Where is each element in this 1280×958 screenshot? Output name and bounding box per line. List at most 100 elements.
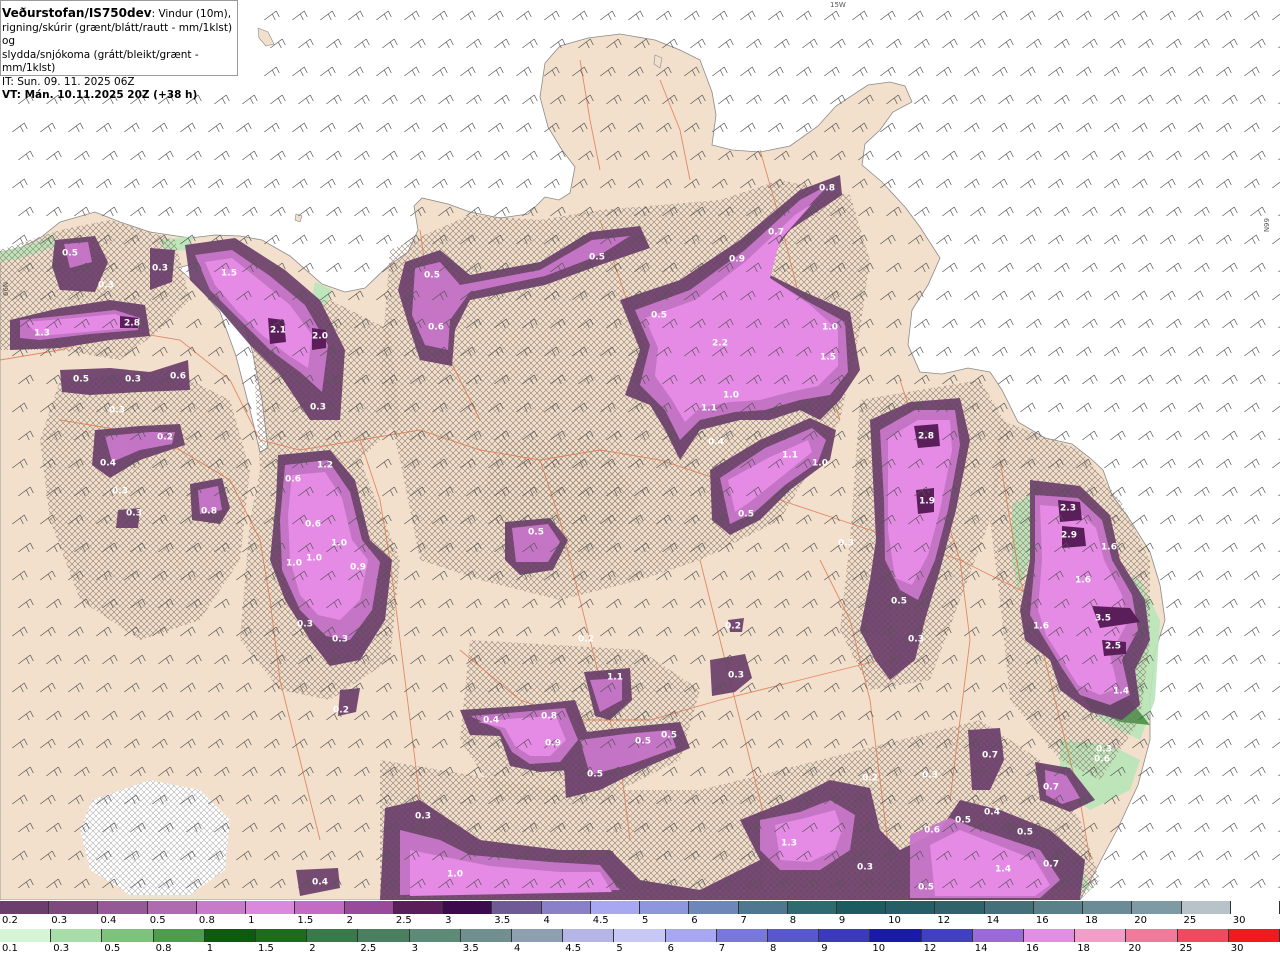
- precip-value-label: 0.5: [955, 816, 971, 826]
- precip-value-label: 2.3: [1060, 504, 1076, 514]
- precip-value-label: 2.8: [124, 319, 140, 329]
- legend-swatch: [886, 901, 936, 914]
- precip-value-label: 0.5: [891, 597, 907, 607]
- precip-value-label: 0.8: [819, 184, 835, 194]
- precip-value-label: 0.8: [201, 507, 217, 517]
- precip-value-label: 0.3: [98, 281, 114, 291]
- precip-value-label: 0.7: [768, 228, 784, 238]
- legend-swatch: [1132, 901, 1182, 914]
- precip-value-label: 1.0: [286, 559, 302, 569]
- legend-label: 2.5: [360, 943, 377, 954]
- precip-value-label: 1.1: [701, 404, 717, 414]
- precip-value-label: 1.0: [723, 391, 739, 401]
- precip-value-label: 2.9: [1061, 531, 1077, 541]
- legend-label: 20: [1134, 915, 1148, 926]
- legend-label: 2.5: [395, 915, 412, 926]
- legend-label: 0.8: [155, 943, 172, 954]
- precip-value-label: 0.9: [350, 563, 366, 573]
- precip-value-label: 3.5: [1095, 614, 1111, 624]
- precip-value-label: 1.6: [1075, 576, 1091, 586]
- legend-swatch: [358, 929, 410, 942]
- legend-label: 0.3: [53, 943, 70, 954]
- legend-swatch: [295, 901, 345, 914]
- legend-swatch: [492, 901, 542, 914]
- precip-value-label: 0.5: [661, 731, 677, 741]
- snow-color-legend: 0.2 0.3 0.4 0.5 0.8 1 1.5 2 2.5 3 3.5 4 4.5 5 6 7 8 9 10 12…: [0, 901, 1280, 930]
- precip-value-label: 0.2: [157, 433, 173, 443]
- precip-value-label: 0.3: [125, 375, 141, 385]
- legend-label: 18: [1085, 915, 1098, 926]
- legend-label: 7: [740, 915, 747, 926]
- precip-value-label: 1.9: [919, 497, 935, 507]
- legend-label: 0.3: [51, 915, 68, 926]
- precip-value-label: 0.3: [297, 620, 313, 630]
- legend-label: 1.5: [258, 943, 274, 954]
- legend-label: 1.5: [297, 915, 314, 926]
- precip-value-label: 0.4: [312, 878, 328, 888]
- legend-swatch: [1230, 901, 1280, 914]
- legend-label: 3: [411, 943, 418, 954]
- precip-value-label: 0.3: [109, 406, 125, 416]
- legend-label: 0.5: [149, 915, 166, 926]
- precip-value-label: 0.4: [708, 438, 724, 448]
- precip-value-label: 0.5: [589, 253, 605, 263]
- issue-time: IT: Sun. 09. 11. 2025 06Z: [2, 75, 135, 88]
- legend-swatch: [196, 901, 247, 914]
- legend-label: 5: [642, 915, 649, 926]
- legend-swatch: [1024, 929, 1076, 942]
- legend-label: 9: [821, 943, 828, 954]
- precip-value-label: 1.4: [995, 865, 1011, 875]
- legend-label: 12: [923, 943, 937, 954]
- legend-swatch: [614, 929, 666, 942]
- legend-swatch: [51, 929, 103, 942]
- legend-swatch: [787, 901, 837, 914]
- model-title: Veðurstofan/IS750dev: [2, 6, 152, 20]
- precip-value-label: 1.2: [317, 461, 333, 471]
- legend-label: 14: [974, 943, 988, 954]
- legend-swatch: [716, 929, 769, 942]
- rain-legend-bar: [0, 929, 1280, 942]
- precip-value-label: 1.0: [447, 870, 463, 880]
- weather-map-view: 0.5 0.3 0.3 1.5 1.3 2.8 2.1 2.0 0.5 0.3 0.6 0.3 0.3 0…: [0, 0, 1280, 958]
- legend-swatch: [460, 929, 513, 942]
- description-line-3: slydda/snjókoma (grátt/bleikt/grænt - mm…: [2, 48, 199, 75]
- legend-label: 2: [346, 915, 353, 926]
- precip-value-label: 0.5: [587, 770, 603, 780]
- precip-value-label: 0.8: [541, 712, 557, 722]
- legend-swatch: [590, 901, 641, 914]
- legend-label: 9: [838, 915, 846, 926]
- legend-label: 25: [1179, 943, 1193, 954]
- legend-swatch: [984, 901, 1034, 914]
- legend-swatch: [972, 929, 1025, 942]
- precip-value-label: 0.9: [729, 255, 745, 265]
- precip-value-label: 0.3: [152, 264, 168, 274]
- precip-value-label: 0.2: [862, 774, 878, 784]
- precip-value-label: 0.3: [415, 812, 431, 822]
- precip-value-label: 0.5: [918, 883, 934, 893]
- precip-value-label: 0.3: [310, 403, 326, 413]
- precip-value-label: 1.1: [607, 673, 623, 683]
- precip-value-label: 0.3: [332, 635, 348, 645]
- legend-swatch: [640, 901, 690, 914]
- precip-value-label: 0.9: [545, 739, 561, 749]
- model-description: : Vindur (10m),: [151, 8, 232, 20]
- precip-value-label: 0.6: [170, 372, 186, 382]
- precip-value-label: 0.6: [285, 475, 301, 485]
- precip-value-label: 0.6: [1094, 755, 1110, 765]
- legend-swatch: [246, 901, 296, 914]
- legend-swatch: [819, 929, 871, 942]
- precip-value-label: 0.6: [428, 323, 444, 333]
- legend-label: 3: [445, 915, 452, 926]
- legend-swatch: [563, 929, 615, 942]
- precip-value-label: 0.5: [635, 737, 651, 747]
- precip-value-label: 1.5: [820, 353, 836, 363]
- precip-value-label: 0.6: [305, 520, 321, 530]
- precip-value-label: 1.0: [306, 554, 322, 564]
- legend-swatch: [738, 901, 788, 914]
- precip-value-label: 0.3: [857, 863, 873, 873]
- precip-value-label: 1.3: [781, 839, 797, 849]
- precip-value-label: 1.0: [812, 459, 828, 469]
- legend-label: 3.5: [494, 915, 511, 926]
- legend-swatch: [870, 929, 922, 942]
- precip-value-label: 1.0: [822, 323, 838, 333]
